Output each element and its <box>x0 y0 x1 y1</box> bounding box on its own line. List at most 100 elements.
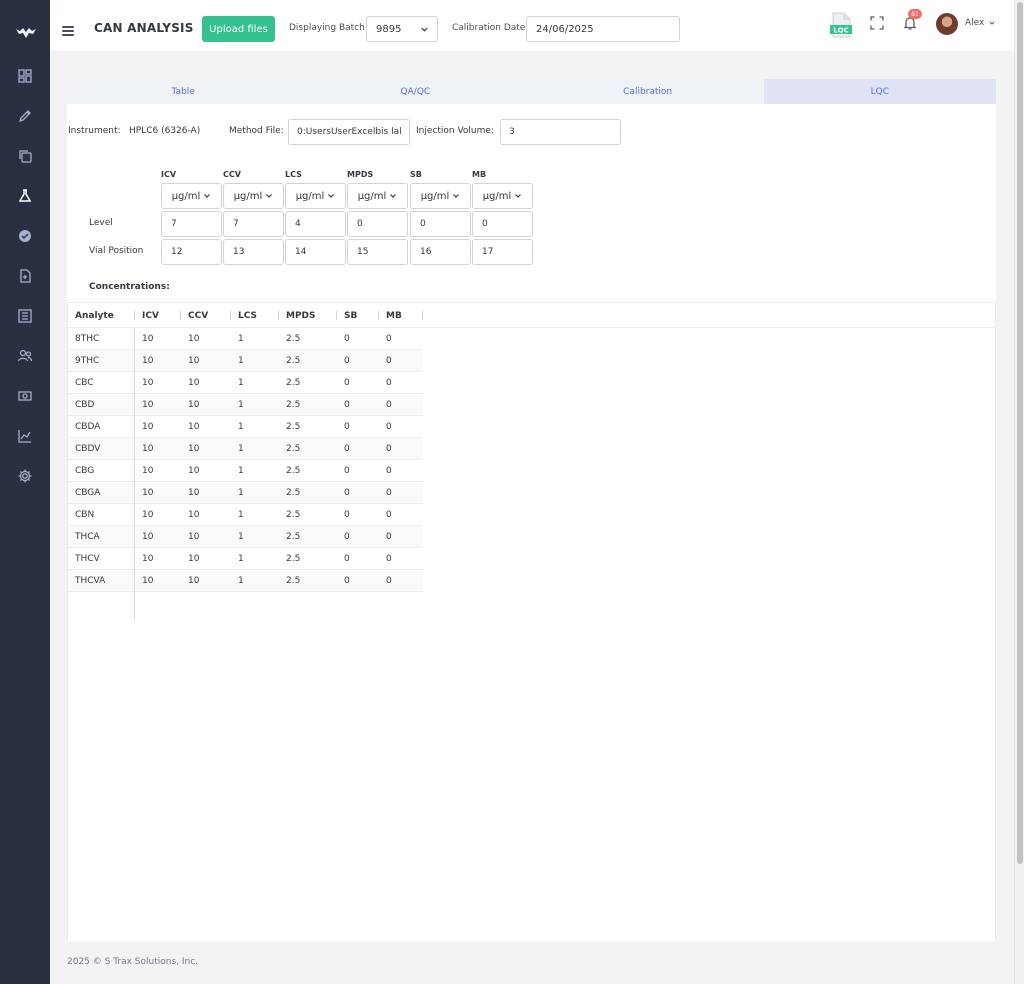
column-resize-handle[interactable] <box>278 311 279 320</box>
column-resize-handle[interactable] <box>378 311 379 320</box>
unit-select-lcs[interactable]: µg/ml <box>285 183 346 209</box>
table-cell: 1 <box>238 444 244 454</box>
file-icon[interactable] <box>16 267 34 285</box>
vial-input-lcs[interactable] <box>285 239 346 265</box>
table-row[interactable]: CBD 10 10 1 2.5 0 0 <box>68 394 423 416</box>
level-input-lcs[interactable] <box>285 211 346 237</box>
table-cell: 0 <box>386 444 392 454</box>
copy-icon[interactable] <box>16 147 34 165</box>
unit-select-icv[interactable]: µg/ml <box>161 183 222 209</box>
dashboard-icon[interactable] <box>16 67 34 85</box>
vial-input-sb[interactable] <box>410 239 471 265</box>
unit-select-mpds[interactable]: µg/ml <box>347 183 408 209</box>
hamburger-menu-icon[interactable] <box>62 26 74 38</box>
column-header-mb[interactable]: MB <box>386 303 402 328</box>
tab-lqc[interactable]: LQC <box>763 79 996 104</box>
table-cell: 10 <box>142 356 154 366</box>
unit-select-ccv[interactable]: µg/ml <box>223 183 284 209</box>
badge-check-icon[interactable] <box>16 227 34 245</box>
table-row[interactable]: 8THC 10 10 1 2.5 0 0 <box>68 328 423 350</box>
list-icon[interactable] <box>16 307 34 325</box>
money-icon[interactable] <box>16 387 34 405</box>
unit-select-mb[interactable]: µg/ml <box>472 183 533 209</box>
table-cell: 10 <box>142 554 154 564</box>
level-label: Level <box>89 218 113 228</box>
table-cell: 10 <box>142 400 154 410</box>
table-row[interactable]: CBN 10 10 1 2.5 0 0 <box>68 504 423 526</box>
scrollbar[interactable] <box>1014 0 1024 984</box>
chart-icon[interactable] <box>16 427 34 445</box>
table-cell: 1 <box>238 334 244 344</box>
column-header-lcs[interactable]: LCS <box>238 303 257 328</box>
brand-logo[interactable] <box>15 26 37 40</box>
scrollbar-thumb[interactable] <box>1017 2 1023 864</box>
table-cell: 1 <box>238 466 244 476</box>
table-row[interactable]: CBDV 10 10 1 2.5 0 0 <box>68 438 423 460</box>
chevron-down-icon[interactable] <box>989 20 995 26</box>
table-cell: 10 <box>142 422 154 432</box>
column-resize-handle[interactable] <box>336 311 337 320</box>
table-row[interactable]: THCA 10 10 1 2.5 0 0 <box>68 526 423 548</box>
method-file-input[interactable] <box>288 119 410 145</box>
injection-volume-input[interactable] <box>500 119 621 145</box>
level-input-sb[interactable] <box>410 211 471 237</box>
flask-icon[interactable] <box>16 187 34 205</box>
table-cell: 0 <box>344 356 350 366</box>
user-name[interactable]: Alex <box>965 18 984 28</box>
concentrations-table: Analyte ICV CCV LCS MPDS SB MB 8THC 10 10 1… <box>67 302 996 941</box>
table-row[interactable]: THCV 10 10 1 2.5 0 0 <box>68 548 423 570</box>
pencil-icon[interactable] <box>16 107 34 125</box>
table-row[interactable]: CBC 10 10 1 2.5 0 0 <box>68 372 423 394</box>
avatar[interactable] <box>936 13 958 35</box>
column-resize-handle[interactable] <box>230 311 231 320</box>
table-cell: 10 <box>188 532 200 542</box>
vial-input-mpds[interactable] <box>347 239 408 265</box>
calibration-date-input[interactable] <box>526 16 680 42</box>
vial-input-icv[interactable] <box>161 239 222 265</box>
level-input-mpds[interactable] <box>347 211 408 237</box>
settings-icon[interactable] <box>16 467 34 485</box>
level-input-ccv[interactable] <box>223 211 284 237</box>
footer-copyright: 2025 © S Trax Solutions, Inc. <box>67 957 199 967</box>
chevron-down-icon <box>328 194 335 198</box>
tab-qa-qc[interactable]: QA/QC <box>299 79 531 104</box>
unit-value: µg/ml <box>482 190 512 202</box>
vial-input-ccv[interactable] <box>223 239 284 265</box>
unit-select-sb[interactable]: µg/ml <box>410 183 471 209</box>
grid-header-icv: ICV <box>161 170 177 179</box>
column-header-ccv[interactable]: CCV <box>188 303 208 328</box>
table-cell: 1 <box>238 576 244 586</box>
table-cell: 1 <box>238 400 244 410</box>
table-row[interactable]: CBG 10 10 1 2.5 0 0 <box>68 460 423 482</box>
column-resize-handle[interactable] <box>134 311 135 320</box>
column-header-mpds[interactable]: MPDS <box>286 303 316 328</box>
column-resize-handle[interactable] <box>180 311 181 320</box>
column-header-icv[interactable]: ICV <box>142 303 159 328</box>
table-cell: 10 <box>188 576 200 586</box>
table-cell: 10 <box>142 488 154 498</box>
column-header-sb[interactable]: SB <box>344 303 357 328</box>
table-cell: 0 <box>386 532 392 542</box>
level-input-icv[interactable] <box>161 211 222 237</box>
vial-input-mb[interactable] <box>472 239 533 265</box>
table-cell: 2.5 <box>286 510 301 520</box>
lqc-file-icon[interactable]: LQC <box>830 12 852 38</box>
table-row[interactable]: CBDA 10 10 1 2.5 0 0 <box>68 416 423 438</box>
column-header-analyte[interactable]: Analyte <box>75 303 114 328</box>
fullscreen-icon[interactable] <box>870 16 884 30</box>
upload-files-button[interactable]: Upload files <box>202 16 275 42</box>
tab-calibration[interactable]: Calibration <box>532 79 764 104</box>
column-resize-handle[interactable] <box>422 311 423 320</box>
tab-table[interactable]: Table <box>67 79 299 104</box>
table-row[interactable]: 9THC 10 10 1 2.5 0 0 <box>68 350 423 372</box>
chevron-down-icon <box>453 194 460 198</box>
batch-select[interactable]: 9895 <box>366 16 438 42</box>
table-row[interactable]: THCVA 10 10 1 2.5 0 0 <box>68 570 423 592</box>
users-icon[interactable] <box>16 347 34 365</box>
grid-header-mb: MB <box>472 170 487 179</box>
grid-header-mpds: MPDS <box>347 170 374 179</box>
table-cell: 0 <box>386 400 392 410</box>
table-row[interactable]: CBGA 10 10 1 2.5 0 0 <box>68 482 423 504</box>
level-input-mb[interactable] <box>472 211 533 237</box>
unit-value: µg/ml <box>233 190 263 202</box>
